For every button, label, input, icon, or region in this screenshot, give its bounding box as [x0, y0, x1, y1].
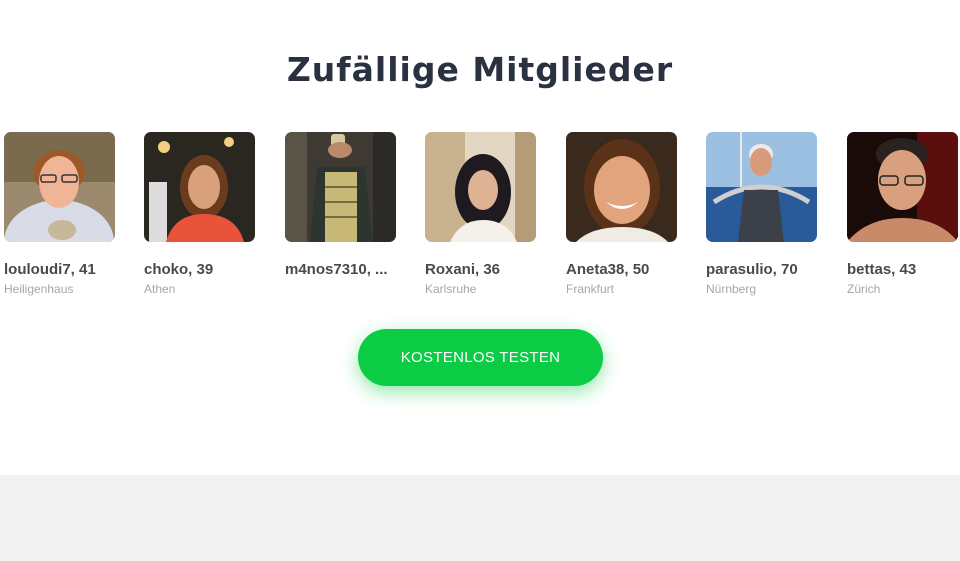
member-photo[interactable]	[706, 132, 817, 242]
member-card[interactable]: Aneta38, 50 Frankfurt	[566, 132, 677, 296]
member-photo-image	[4, 132, 115, 242]
member-card[interactable]: choko, 39 Athen	[144, 132, 255, 296]
member-city: Karlsruhe	[425, 282, 477, 296]
footer-band	[0, 475, 960, 561]
member-city: Frankfurt	[566, 282, 615, 296]
member-photo-image	[566, 132, 677, 242]
free-trial-button[interactable]: KOSTENLOS TESTEN	[358, 329, 603, 386]
random-members-section: Zufällige Mitglieder louloudi7, 41 Heili…	[0, 0, 960, 475]
member-name[interactable]: Aneta38, 50	[566, 261, 677, 278]
member-name[interactable]: louloudi7, 41	[4, 261, 115, 278]
member-card[interactable]: Roxani, 36 Karlsruhe	[425, 132, 536, 296]
section-title: Zufällige Mitglieder	[286, 50, 674, 89]
member-photo[interactable]	[4, 132, 115, 242]
member-photo-image	[847, 132, 958, 242]
member-name[interactable]: choko, 39	[144, 261, 255, 278]
member-photo[interactable]	[425, 132, 536, 242]
member-photo-image	[144, 132, 255, 242]
member-photo[interactable]	[847, 132, 958, 242]
member-card[interactable]: louloudi7, 41 Heiligenhaus	[4, 132, 115, 296]
member-name[interactable]: Roxani, 36	[425, 261, 536, 278]
member-photo-image	[425, 132, 536, 242]
member-name[interactable]: m4nos7310, ...	[285, 261, 396, 278]
member-photo[interactable]	[285, 132, 396, 242]
member-name[interactable]: parasulio, 70	[706, 261, 817, 278]
member-photo[interactable]	[566, 132, 677, 242]
member-city: Nürnberg	[706, 282, 757, 296]
member-name[interactable]: bettas, 43	[847, 261, 958, 278]
member-card[interactable]: m4nos7310, ...	[285, 132, 396, 282]
member-photo-image	[706, 132, 817, 242]
member-city: Athen	[144, 282, 176, 296]
member-city: Zürich	[847, 282, 881, 296]
member-city: Heiligenhaus	[4, 282, 74, 296]
member-card[interactable]: bettas, 43 Zürich	[847, 132, 958, 296]
member-card[interactable]: parasulio, 70 Nürnberg	[706, 132, 817, 296]
member-photo[interactable]	[144, 132, 255, 242]
member-photo-image	[285, 132, 396, 242]
